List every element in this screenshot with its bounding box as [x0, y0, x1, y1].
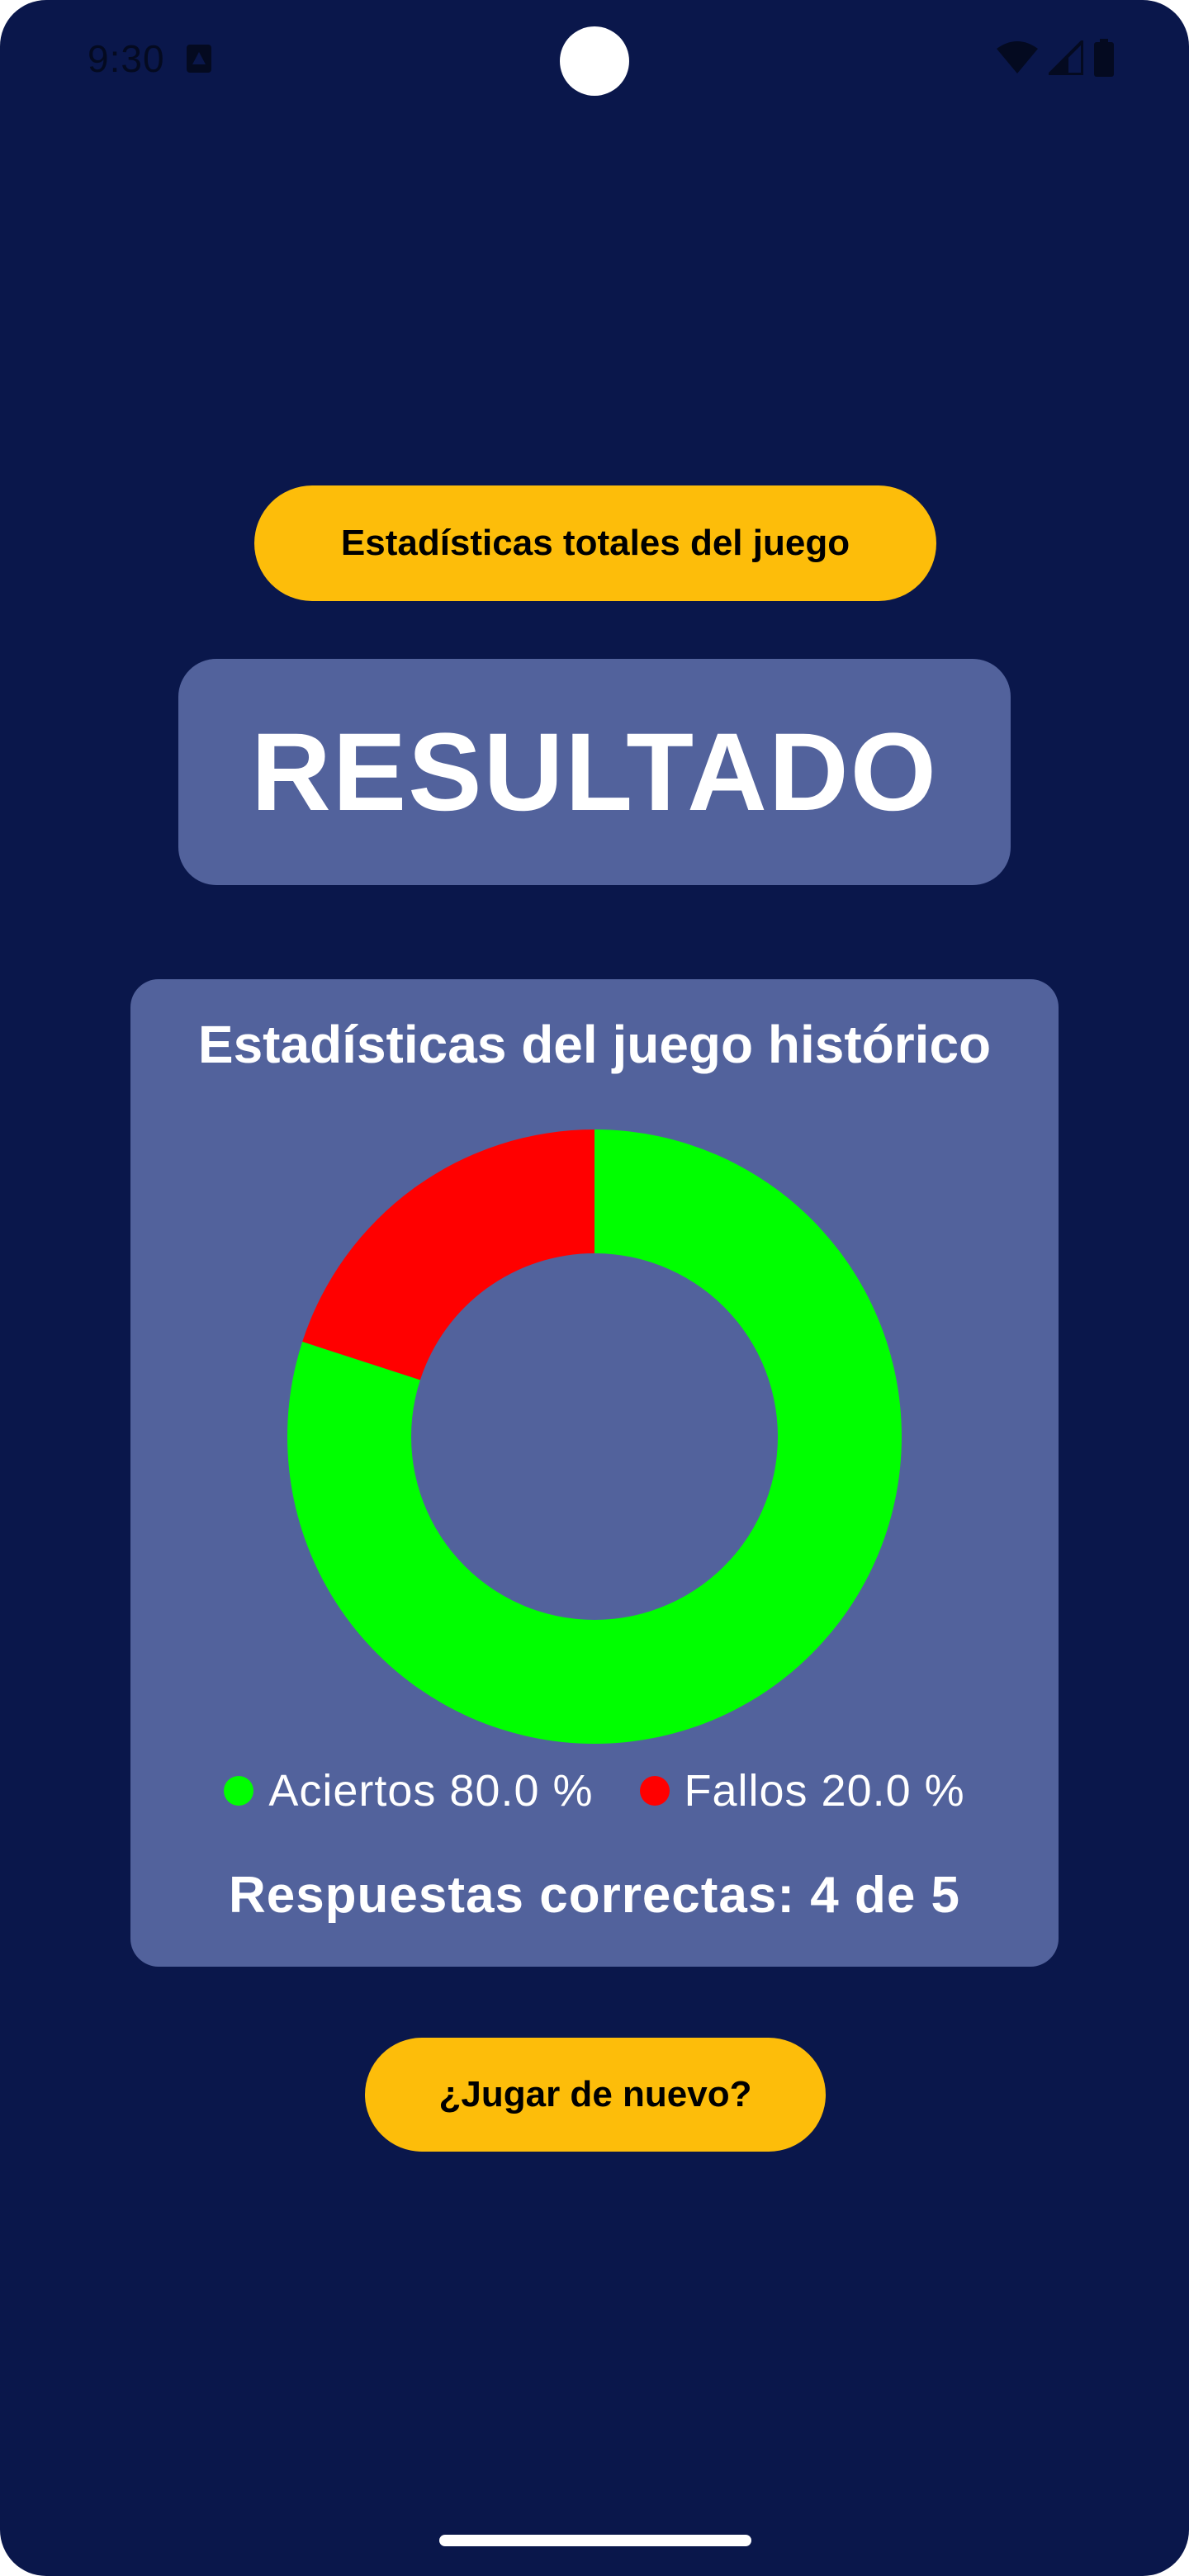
legend-dot-fallos: [639, 1776, 670, 1806]
legend-label-aciertos: Aciertos 80.0 %: [268, 1766, 594, 1816]
wifi-icon: [997, 41, 1038, 73]
status-icons: [996, 36, 1115, 79]
phone-screen: 9:30 Estadísticas totales del juego RESU…: [0, 0, 1189, 2576]
camera-cutout: [560, 26, 629, 96]
status-bar: 9:30: [0, 0, 1189, 116]
result-card: RESULTADO: [178, 659, 1011, 885]
result-title: RESULTADO: [251, 710, 938, 834]
legend-label-fallos: Fallos 20.0 %: [684, 1766, 965, 1816]
total-stats-button[interactable]: Estadísticas totales del juego: [254, 485, 936, 601]
play-again-button[interactable]: ¿Jugar de nuevo?: [365, 2038, 826, 2152]
donut-chart: [287, 1129, 902, 1744]
app-notification-icon: [187, 45, 211, 73]
chart-legend: Aciertos 80.0 % Fallos 20.0 %: [130, 1765, 1059, 1816]
donut-slice-fallos: [302, 1129, 594, 1380]
status-time: 9:30: [88, 37, 165, 80]
legend-item-fallos: Fallos 20.0 %: [639, 1765, 965, 1816]
cell-signal-icon: [1049, 40, 1083, 75]
historical-stats-card: Estadísticas del juego histórico Acierto…: [130, 979, 1059, 1967]
legend-item-aciertos: Aciertos 80.0 %: [224, 1765, 593, 1816]
battery-icon: [1094, 39, 1114, 77]
stats-heading: Estadísticas del juego histórico: [197, 1015, 992, 1074]
gesture-navigation-bar[interactable]: [439, 2535, 751, 2546]
correct-answers-text: Respuestas correctas: 4 de 5: [228, 1867, 961, 1924]
legend-dot-aciertos: [224, 1776, 254, 1806]
